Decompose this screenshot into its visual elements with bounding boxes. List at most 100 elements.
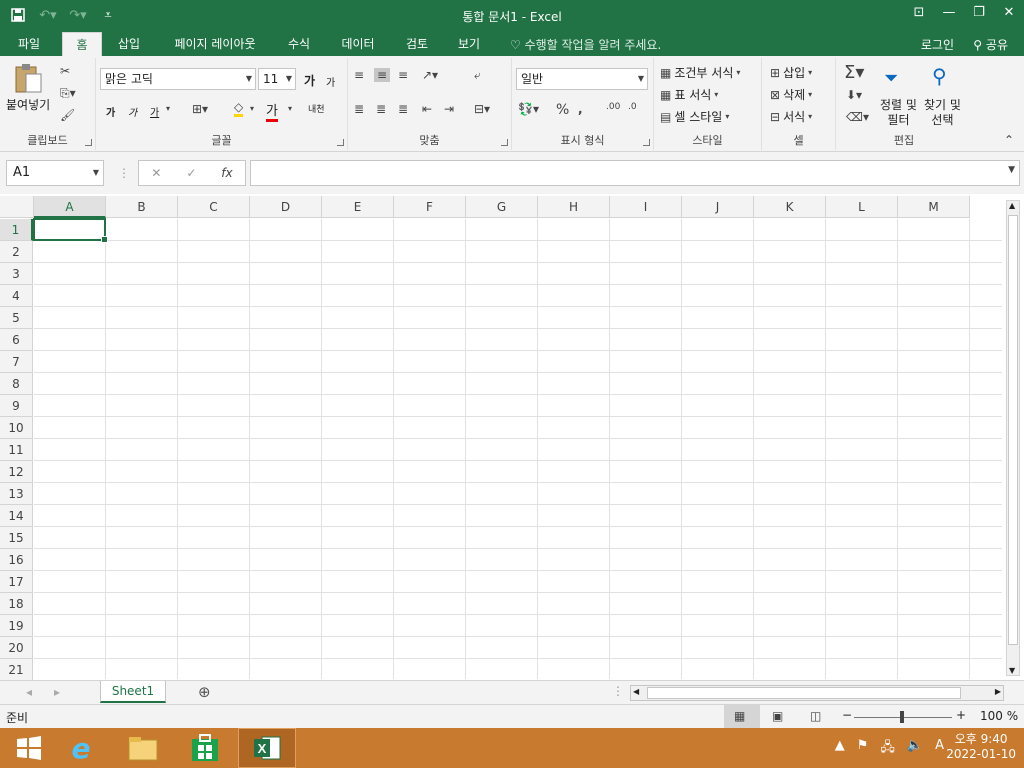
row-header[interactable]: 20 [0,637,33,659]
format-cells-button[interactable]: ⊟ 서식 ▾ [770,108,812,125]
italic-button[interactable]: 가 [128,104,137,119]
fill-color-icon[interactable]: ◇ [234,100,244,117]
align-bottom-icon[interactable]: ≡ [398,68,408,82]
sort-filter-button[interactable]: 정렬 및 필터 [880,98,917,128]
scroll-left-icon[interactable]: ◀ [633,687,639,696]
tell-me-box[interactable]: ♡ 수행할 작업을 알려 주세요. [510,36,661,53]
column-header[interactable]: G [466,196,538,218]
fill-dropdown-icon[interactable]: ▾ [250,104,254,113]
row-header[interactable]: 12 [0,461,33,483]
collapse-ribbon-icon[interactable]: ⌃ [1004,133,1014,147]
minimize-button[interactable]: — [934,0,964,24]
align-left-icon[interactable]: ≣ [354,102,364,116]
zoom-in-button[interactable]: + [956,708,966,722]
grow-font-button[interactable]: 가 [304,72,315,89]
sign-in-link[interactable]: 로그인 [921,36,954,53]
tab-review[interactable]: 검토 [396,32,438,56]
split-handle-icon[interactable]: ⋮ [612,684,624,698]
increase-decimal-icon[interactable]: .00 [606,102,620,112]
merge-center-icon[interactable]: ⊟▾ [474,102,490,116]
excel-taskbar-button[interactable]: X [238,728,296,768]
column-header[interactable]: A [34,196,106,218]
copy-icon[interactable]: ⎘▾ [60,86,76,101]
cell-styles-button[interactable]: ▤ 셀 스타일 ▾ [660,108,729,125]
active-cell[interactable] [33,218,108,243]
font-color-button[interactable]: 가 [266,100,278,122]
scroll-thumb[interactable] [1008,215,1018,645]
row-header[interactable]: 8 [0,373,33,395]
close-button[interactable]: ✕ [994,0,1024,24]
borders-icon[interactable]: ⊞▾ [192,102,208,116]
zoom-level[interactable]: 100 % [980,709,1018,723]
column-header[interactable]: L [826,196,898,218]
scroll-thumb[interactable] [647,687,961,699]
decrease-decimal-icon[interactable]: .0 [628,102,637,112]
column-header[interactable]: E [322,196,394,218]
phonetic-button[interactable]: 내천 [308,102,325,115]
percent-style-icon[interactable]: % [556,102,569,118]
column-header[interactable]: D [250,196,322,218]
new-sheet-icon[interactable]: ⊕ [198,683,211,701]
sheet-tab-sheet1[interactable]: Sheet1 [100,681,166,703]
customize-qat-icon[interactable]: ⩡ [94,4,122,26]
internet-explorer-button[interactable]: e [52,728,110,768]
font-name-combo[interactable]: 맑은 고딕 ▼ [100,68,256,90]
scroll-up-icon[interactable]: ▲ [1009,201,1015,210]
row-header[interactable]: 18 [0,593,33,615]
restore-button[interactable]: ❐ [964,0,994,24]
scroll-down-icon[interactable]: ▼ [1009,666,1015,675]
tab-home[interactable]: 홈 [62,32,102,56]
enter-icon[interactable]: ✓ [186,166,196,180]
format-painter-icon[interactable]: 🖌 [60,108,75,122]
row-header[interactable]: 10 [0,417,33,439]
column-header[interactable]: C [178,196,250,218]
insert-cells-button[interactable]: ⊞ 삽입 ▾ [770,64,812,81]
dialog-launcher-icon[interactable] [501,139,508,146]
dialog-launcher-icon[interactable] [337,139,344,146]
fill-icon[interactable]: ⬇▾ [846,88,862,102]
store-button[interactable] [176,728,234,768]
column-header[interactable]: F [394,196,466,218]
column-header[interactable]: M [898,196,970,218]
column-header[interactable]: J [682,196,754,218]
page-layout-view-icon[interactable]: ▣ [772,709,783,723]
network-icon[interactable]: 🖧 [880,738,895,760]
orientation-icon[interactable]: ↗▾ [422,68,438,82]
cell-grid[interactable] [34,219,1002,679]
row-header[interactable]: 4 [0,285,33,307]
file-explorer-button[interactable] [114,728,172,768]
shrink-font-button[interactable]: 가 [326,74,335,89]
horizontal-scrollbar[interactable]: ◀ ▶ [630,685,1004,701]
name-box[interactable]: A1 ▼ [6,160,104,186]
align-middle-icon[interactable]: ≡ [374,68,391,82]
row-header[interactable]: 2 [0,241,33,263]
font-color-dropdown-icon[interactable]: ▾ [288,104,292,113]
find-select-button[interactable]: 찾기 및 선택 [924,98,961,128]
tab-formulas[interactable]: 수식 [280,32,318,56]
column-header[interactable]: K [754,196,826,218]
column-header[interactable]: I [610,196,682,218]
next-sheet-icon[interactable]: ▸ [54,685,60,699]
accounting-format-icon[interactable]: 💱▾ [518,102,539,116]
ribbon-display-options-icon[interactable]: ⊡ [904,0,934,24]
dialog-launcher-icon[interactable] [85,139,92,146]
row-header[interactable]: 6 [0,329,33,351]
tab-file[interactable]: 파일 [6,32,52,56]
zoom-slider-thumb[interactable] [900,711,904,723]
zoom-out-button[interactable]: − [842,708,852,722]
underline-dropdown-icon[interactable]: ▾ [166,104,170,113]
insert-function-icon[interactable]: fx [221,166,232,180]
tab-view[interactable]: 보기 [448,32,490,56]
tab-data[interactable]: 데이터 [330,32,386,56]
row-header[interactable]: 19 [0,615,33,637]
autosum-icon[interactable]: Σ▾ [844,62,864,83]
page-break-view-icon[interactable]: ◫ [810,709,821,723]
conditional-formatting-button[interactable]: ▦ 조건부 서식 ▾ [660,64,740,81]
row-header[interactable]: 3 [0,263,33,285]
undo-icon[interactable]: ↶▾ [34,4,62,26]
row-header[interactable]: 21 [0,659,33,681]
scroll-right-icon[interactable]: ▶ [995,687,1001,696]
comma-style-icon[interactable]: , [578,102,583,116]
row-header[interactable]: 5 [0,307,33,329]
show-hidden-icons-icon[interactable]: ▲ [835,738,845,760]
